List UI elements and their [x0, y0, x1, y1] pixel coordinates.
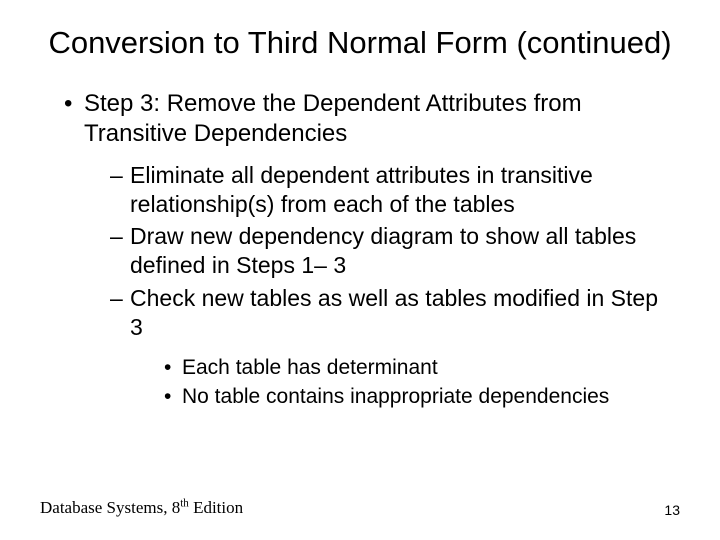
book-suffix: Edition — [189, 498, 243, 517]
bullet-text: Check new tables as well as tables modif… — [130, 284, 670, 342]
book-sup: th — [180, 497, 189, 509]
bullet-level2: –Eliminate all dependent attributes in t… — [110, 161, 680, 219]
bullet-text: Draw new dependency diagram to show all … — [130, 222, 670, 280]
bullet-dot: • — [164, 355, 182, 381]
bullet-level3: •Each table has determinant — [164, 355, 680, 381]
footer: Database Systems, 8th Edition 13 — [40, 497, 680, 518]
bullet-dash: – — [110, 161, 130, 190]
bullet-level2: –Check new tables as well as tables modi… — [110, 284, 680, 342]
slide-title: Conversion to Third Normal Form (continu… — [40, 24, 680, 63]
bullet-level3: •No table contains inappropriate depende… — [164, 384, 680, 410]
bullet-level1: •Step 3: Remove the Dependent Attributes… — [64, 89, 680, 149]
bullet-text: No table contains inappropriate dependen… — [182, 384, 672, 410]
bullet-dot: • — [164, 384, 182, 410]
footer-book: Database Systems, 8th Edition — [40, 498, 243, 517]
bullet-text: Step 3: Remove the Dependent Attributes … — [84, 89, 664, 149]
book-prefix: Database Systems, 8 — [40, 498, 180, 517]
bullet-text: Each table has determinant — [182, 355, 672, 381]
bullet-dot: • — [64, 89, 84, 119]
bullet-text: Eliminate all dependent attributes in tr… — [130, 161, 670, 219]
bullet-dash: – — [110, 284, 130, 313]
bullet-dash: – — [110, 222, 130, 251]
page-number: 13 — [664, 502, 680, 518]
bullet-level2: –Draw new dependency diagram to show all… — [110, 222, 680, 280]
